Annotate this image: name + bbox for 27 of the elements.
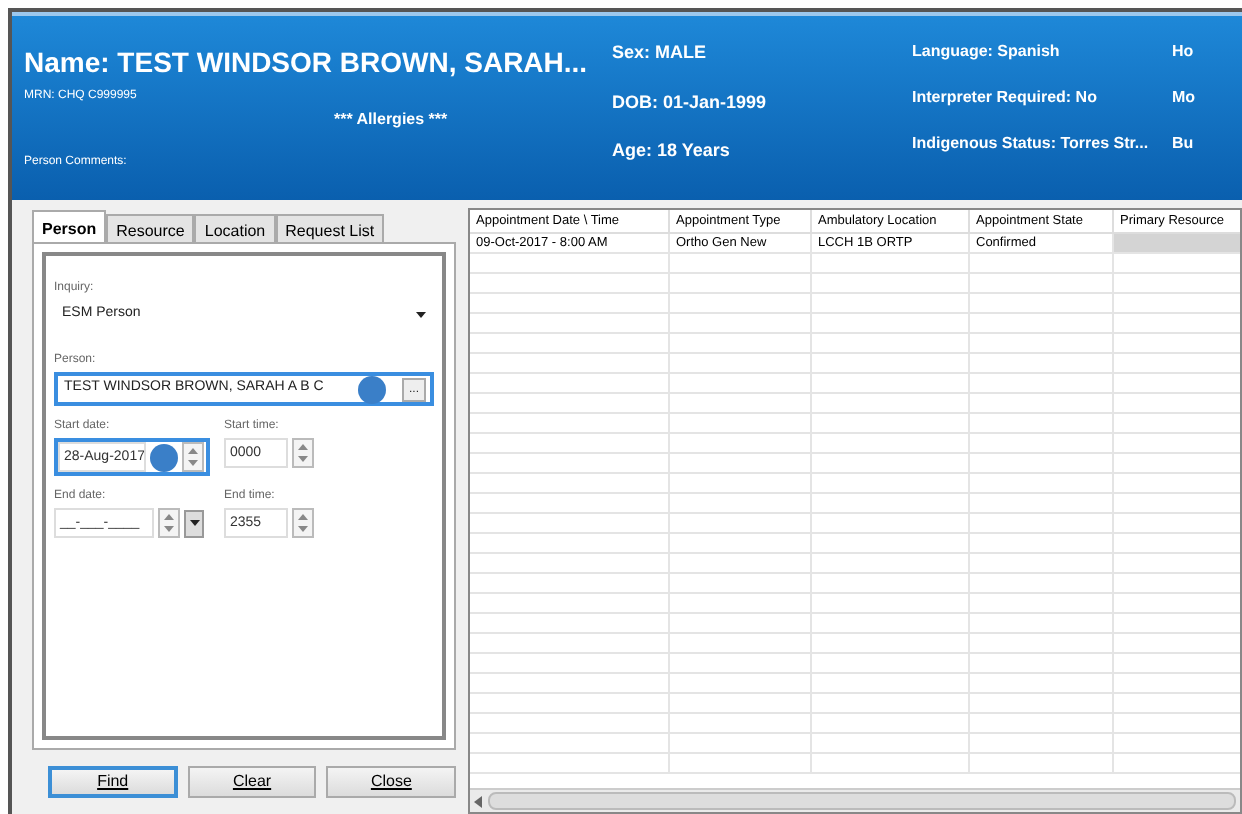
tab[interactable]: Resource	[106, 214, 195, 242]
patient-name: Name: TEST WINDSOR BROWN, SARAH...	[24, 44, 588, 80]
calendar-dropdown-button[interactable]	[184, 509, 204, 537]
tab[interactable]: Location	[194, 214, 276, 242]
spinner[interactable]	[182, 442, 204, 472]
banner-field: Ho	[1172, 40, 1232, 64]
spinner[interactable]	[292, 508, 314, 538]
banner-field: DOB: 01-Jan-1999	[612, 89, 912, 116]
banner-field: Language: Spanish	[912, 40, 1172, 64]
allergies-text: *** Allergies ***	[334, 108, 448, 132]
tab[interactable]: Person	[32, 210, 107, 242]
action-button[interactable]: Find	[48, 766, 178, 798]
banner-field: Indigenous Status: Torres Str...	[912, 132, 1172, 156]
dropdown-arrow-icon	[189, 520, 199, 526]
action-button[interactable]: Clear	[187, 766, 317, 798]
banner-field: Bu	[1172, 132, 1232, 156]
banner-field: Age: 18 Years	[612, 138, 912, 165]
banner-field: Mo	[1172, 86, 1232, 110]
action-button[interactable]: Close	[326, 766, 456, 798]
spinner[interactable]	[292, 438, 314, 468]
dropdown-arrow-icon	[416, 311, 426, 317]
banner-field: Sex: MALE	[612, 40, 912, 67]
banner-field: Interpreter Required: No	[912, 86, 1172, 110]
scrollbar-thumb[interactable]	[488, 792, 1236, 810]
horizontal-scrollbar[interactable]	[470, 788, 1240, 812]
tab[interactable]: Request List	[275, 214, 385, 242]
scroll-left-icon[interactable]	[474, 795, 484, 807]
